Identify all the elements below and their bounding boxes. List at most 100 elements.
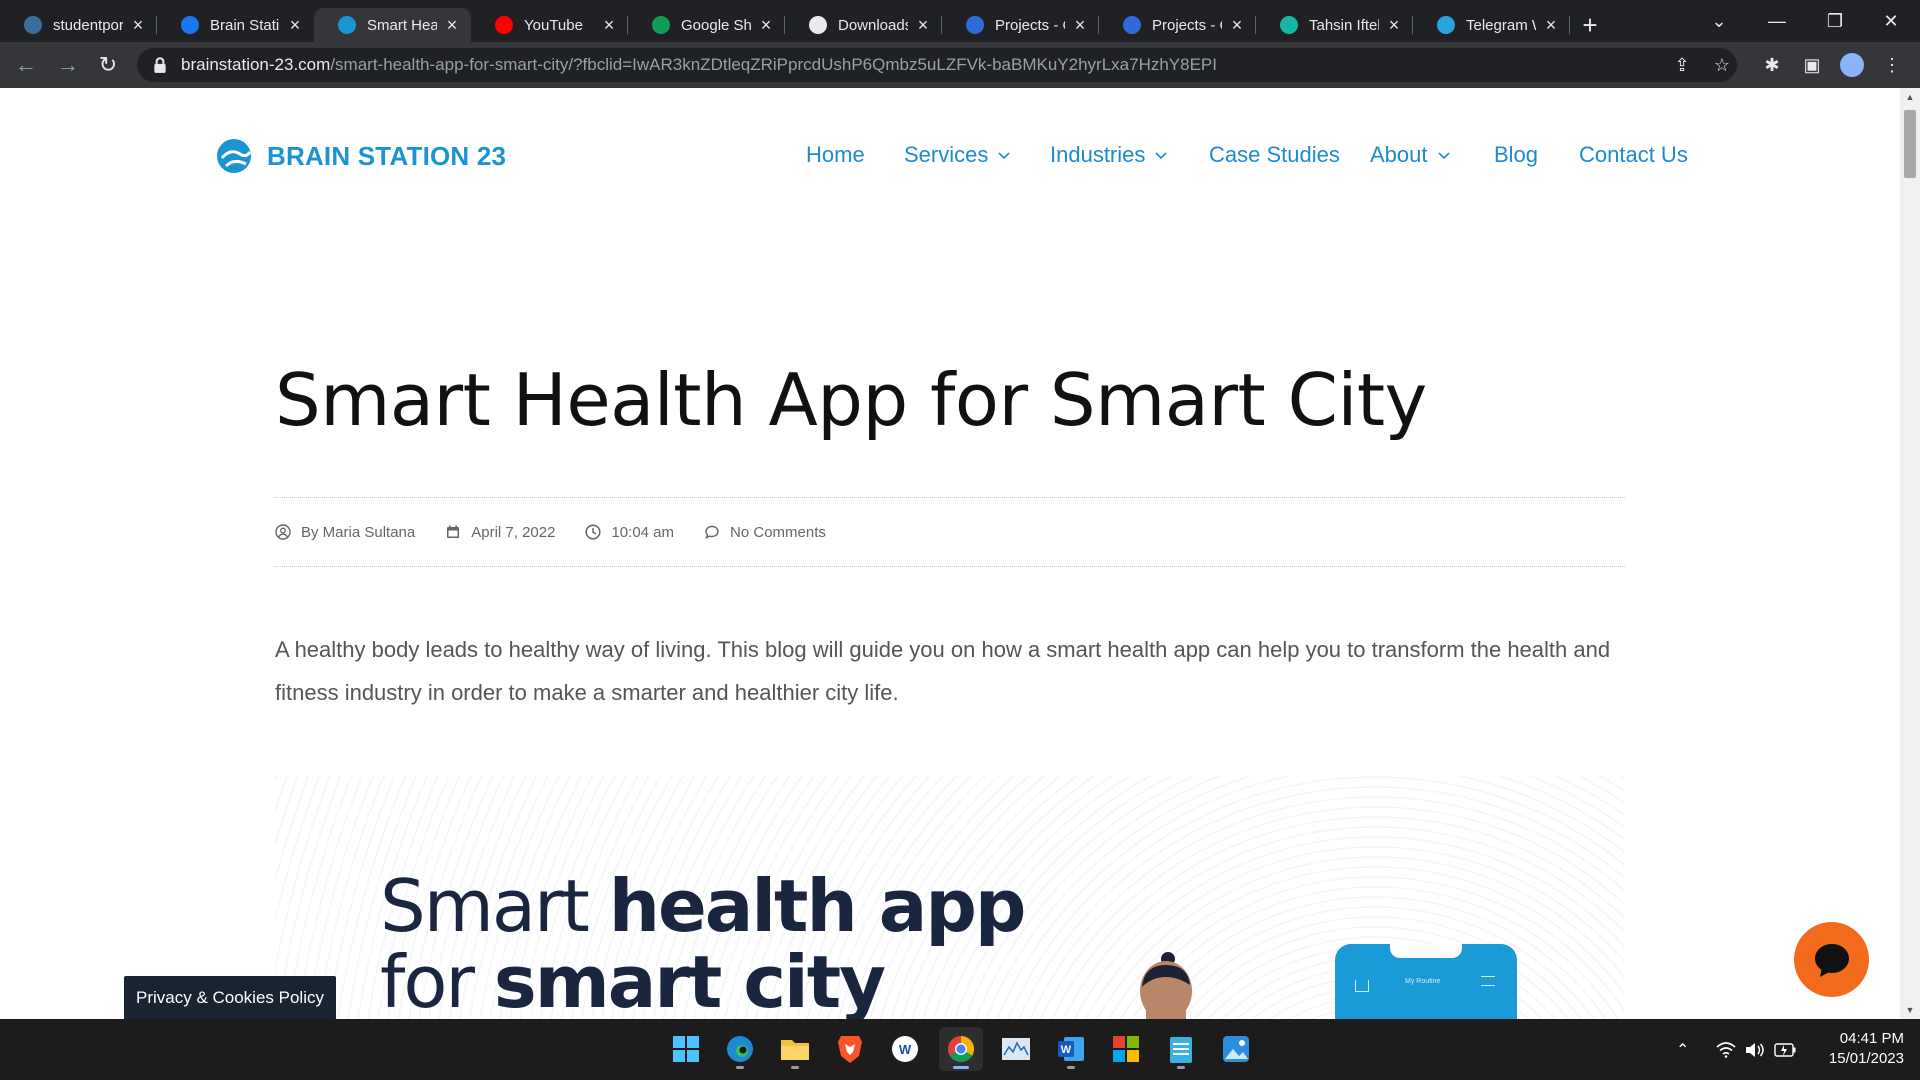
privacy-policy-button[interactable]: Privacy & Cookies Policy <box>124 976 336 1019</box>
hero-line1-light: Smart <box>380 864 609 948</box>
browser-tab[interactable]: Brain Statio × <box>157 8 314 42</box>
phone-screen-title: My Routine <box>1405 978 1441 985</box>
nav-industries[interactable]: Industries <box>1050 142 1167 168</box>
back-icon[interactable]: ← <box>6 45 46 85</box>
post-intro: A healthy body leads to healthy way of l… <box>275 637 1611 705</box>
browser-tab[interactable]: Downloads × <box>785 8 942 42</box>
forward-icon[interactable]: → <box>48 45 88 85</box>
tab-title: studentport <box>53 16 123 34</box>
scroll-up-arrow-icon[interactable]: ▲ <box>1900 88 1920 106</box>
tab-separator <box>1569 16 1570 34</box>
tab-title: Downloads <box>838 16 908 34</box>
page-scrollbar[interactable]: ▲ ▼ <box>1900 88 1920 1019</box>
brave-icon[interactable] <box>828 1027 872 1071</box>
menu-icon <box>1481 976 1495 986</box>
volume-icon[interactable] <box>1745 1019 1765 1080</box>
wifi-icon[interactable] <box>1716 1019 1736 1080</box>
comment-icon <box>705 525 719 539</box>
nav-home-label: Home <box>806 142 865 167</box>
office-icon[interactable] <box>1104 1027 1148 1071</box>
hero-line1-bold: health app <box>608 864 1027 948</box>
nav-about[interactable]: About <box>1370 142 1450 168</box>
close-tab-icon[interactable]: × <box>1228 15 1246 36</box>
notepad-icon[interactable] <box>1159 1027 1203 1071</box>
system-clock[interactable]: 04:41 PM 15/01/2023 <box>1804 1029 1904 1069</box>
monitor-icon[interactable] <box>994 1027 1038 1071</box>
meta-comments[interactable]: No Comments <box>704 524 826 541</box>
profile-avatar[interactable] <box>1837 50 1867 80</box>
browser-tab[interactable]: Tahsin Iftek × <box>1256 8 1413 42</box>
browser-tab[interactable]: Google She × <box>628 8 785 42</box>
browser-tab[interactable]: studentport × <box>0 8 157 42</box>
app-w-icon[interactable]: W <box>883 1027 927 1071</box>
close-tab-icon[interactable]: × <box>914 15 932 36</box>
close-window-icon[interactable]: ✕ <box>1862 0 1920 42</box>
download-icon <box>809 16 827 34</box>
reload-icon[interactable]: ↻ <box>88 45 128 85</box>
person-illustration <box>1140 952 1192 1019</box>
tab-search-icon[interactable]: ⌄ <box>1690 0 1748 42</box>
meta-author[interactable]: By Maria Sultana <box>275 524 415 541</box>
nav-contact-us-label: Contact Us <box>1579 142 1688 167</box>
tab-title: Smart Healt <box>367 16 437 34</box>
bookmark-star-icon[interactable]: ☆ <box>1707 50 1737 80</box>
meta-date-text: April 7, 2022 <box>471 523 556 541</box>
close-tab-icon[interactable]: × <box>286 15 304 36</box>
side-panel-icon[interactable]: ▣ <box>1797 50 1827 80</box>
browser-tab[interactable]: Telegram W × <box>1413 8 1570 42</box>
google-sheets-icon <box>652 16 670 34</box>
close-tab-icon[interactable]: × <box>1071 15 1089 36</box>
photos-icon[interactable] <box>1214 1027 1258 1071</box>
extensions-icon[interactable]: ✱ <box>1757 50 1787 80</box>
address-bar[interactable]: brainstation-23.com/smart-health-app-for… <box>137 48 1737 82</box>
nav-services[interactable]: Services <box>904 142 1010 168</box>
nav-home[interactable]: Home <box>806 142 865 168</box>
tab-title: Google She <box>681 16 751 34</box>
clock-date: 15/01/2023 <box>1828 1050 1904 1067</box>
close-tab-icon[interactable]: × <box>1385 15 1403 36</box>
browser-tab[interactable]: YouTube × <box>471 8 628 42</box>
close-tab-icon[interactable]: × <box>443 15 461 36</box>
close-tab-icon[interactable]: × <box>600 15 618 36</box>
share-icon[interactable]: ⇪ <box>1667 50 1697 80</box>
chevron-down-icon <box>998 152 1010 160</box>
word-icon[interactable]: W <box>1049 1027 1093 1071</box>
tab-title: Telegram W <box>1466 16 1536 34</box>
nav-contact-us[interactable]: Contact Us <box>1579 142 1688 168</box>
browser-tab[interactable]: Projects - C × <box>942 8 1099 42</box>
nav-case-studies[interactable]: Case Studies <box>1209 142 1340 168</box>
close-tab-icon[interactable]: × <box>757 15 775 36</box>
minimize-icon[interactable]: — <box>1748 0 1806 42</box>
facebook-icon <box>181 16 199 34</box>
chrome-icon[interactable] <box>939 1027 983 1071</box>
tab-title: Projects - C <box>995 16 1065 34</box>
meta-date[interactable]: April 7, 2022 <box>445 524 555 541</box>
restore-icon[interactable]: ❐ <box>1806 0 1864 42</box>
browser-toolbar: ← → ↻ brainstation-23.com/smart-health-a… <box>0 42 1920 88</box>
show-hidden-icons[interactable]: ⌃ <box>1676 1019 1689 1080</box>
hero-line2-light: for <box>380 940 494 1019</box>
meta-author-text: By Maria Sultana <box>301 523 416 541</box>
edge-icon[interactable] <box>718 1027 762 1071</box>
nav-about-label: About <box>1370 142 1428 167</box>
scroll-down-arrow-icon[interactable]: ▼ <box>1900 1001 1920 1019</box>
brainstation-icon <box>338 16 356 34</box>
browser-menu-icon[interactable]: ⋮ <box>1877 50 1907 80</box>
tab-title: YouTube <box>524 16 583 34</box>
close-tab-icon[interactable]: × <box>129 15 147 36</box>
file-explorer-icon[interactable] <box>773 1027 817 1071</box>
shield-icon <box>1280 16 1298 34</box>
chevron-down-icon <box>1437 152 1450 160</box>
close-tab-icon[interactable]: × <box>1542 15 1560 36</box>
meta-time-text: 10:04 am <box>611 523 675 541</box>
nav-blog[interactable]: Blog <box>1494 142 1538 168</box>
brainstation-logo-icon <box>217 139 252 173</box>
chat-launcher-button[interactable] <box>1794 922 1869 997</box>
battery-icon[interactable] <box>1774 1019 1796 1080</box>
scrollbar-thumb[interactable] <box>1904 110 1916 178</box>
browser-tab[interactable]: Projects - C × <box>1099 8 1256 42</box>
browser-tab[interactable]: Smart Healt × <box>314 8 471 42</box>
windows-start-icon[interactable] <box>664 1027 708 1071</box>
site-logo[interactable]: BRAIN STATION 23 <box>216 138 506 174</box>
new-tab-button[interactable]: + <box>1570 8 1610 42</box>
